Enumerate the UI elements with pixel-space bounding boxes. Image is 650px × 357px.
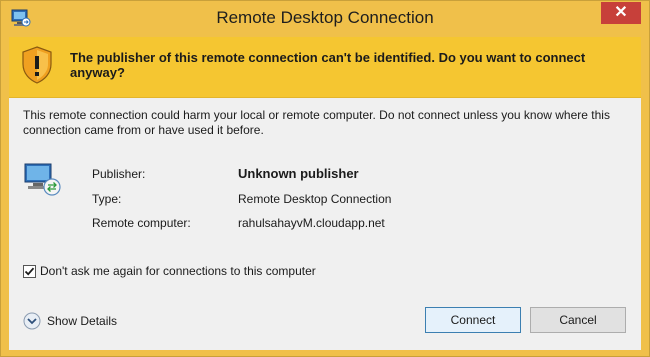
banner-message: The publisher of this remote connection … <box>70 50 586 80</box>
dialog-content: This remote connection could harm your l… <box>9 98 641 350</box>
dialog-window: Remote Desktop Connection ✕ The publishe… <box>0 0 650 357</box>
warning-banner: The publisher of this remote connection … <box>9 37 641 98</box>
publisher-value: Unknown publisher <box>238 166 359 181</box>
warning-shield-icon <box>22 46 52 84</box>
publisher-label: Publisher: <box>92 167 146 181</box>
remote-computer-label: Remote computer: <box>92 216 191 230</box>
checkmark-icon <box>24 267 35 276</box>
warning-text: This remote connection could harm your l… <box>23 108 610 137</box>
close-button[interactable]: ✕ <box>601 2 641 24</box>
dont-ask-again-label: Don't ask me again for connections to th… <box>40 264 316 278</box>
chevron-down-icon <box>23 312 41 330</box>
dont-ask-again-checkbox[interactable] <box>23 264 36 278</box>
title-bar[interactable]: Remote Desktop Connection ✕ <box>1 1 649 37</box>
remote-computer-value: rahulsahayvM.cloudapp.net <box>238 216 385 230</box>
window-title: Remote Desktop Connection <box>216 8 434 27</box>
show-details-toggle[interactable]: Show Details <box>23 311 117 331</box>
type-label: Type: <box>92 192 122 206</box>
cancel-button[interactable]: Cancel <box>530 307 626 333</box>
type-value: Remote Desktop Connection <box>238 192 392 206</box>
remote-computer-icon <box>24 163 61 196</box>
connect-button[interactable]: Connect <box>425 307 521 333</box>
dont-ask-again-checkbox-row[interactable]: Don't ask me again for connections to th… <box>23 263 316 279</box>
show-details-label: Show Details <box>47 314 118 328</box>
